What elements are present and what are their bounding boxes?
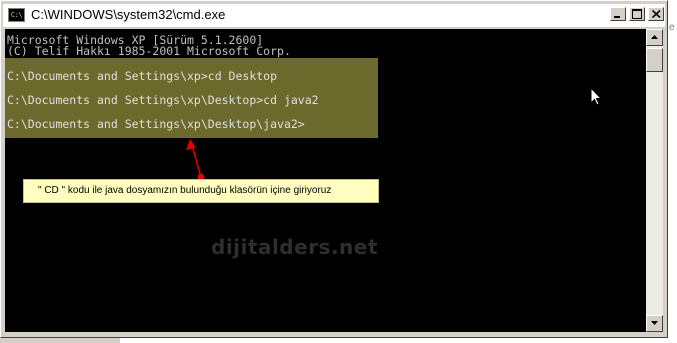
scroll-up-button[interactable]	[646, 29, 663, 46]
cmd-window: C:\ C:\WINDOWS\system32\cmd.exe Microsof…	[0, 0, 668, 338]
arrow-head-icon	[186, 139, 196, 150]
arrow-down-icon	[651, 321, 658, 325]
scroll-thumb[interactable]	[646, 48, 663, 72]
annotation-note: " CD " kodu ile java dosyamızın bulunduğ…	[23, 179, 379, 203]
minimize-button[interactable]	[610, 7, 626, 21]
arrow-up-icon	[651, 35, 658, 39]
maximize-button[interactable]	[629, 7, 645, 21]
title-bar[interactable]: C:\ C:\WINDOWS\system32\cmd.exe	[3, 4, 665, 27]
watermark: dijitalders.net	[211, 235, 378, 259]
scroll-down-button[interactable]	[646, 315, 663, 332]
close-icon	[652, 10, 661, 18]
console-output[interactable]: Microsoft Windows XP [Sürüm 5.1.2600] (C…	[5, 29, 646, 332]
background-text-fragment: e	[669, 22, 675, 33]
vertical-scrollbar[interactable]	[646, 29, 663, 332]
cmd-icon[interactable]: C:\	[8, 8, 25, 22]
close-button[interactable]	[648, 7, 664, 21]
taskbar-fragment	[0, 338, 120, 343]
window-title: C:\WINDOWS\system32\cmd.exe	[31, 7, 226, 22]
mouse-cursor-icon	[590, 87, 602, 106]
